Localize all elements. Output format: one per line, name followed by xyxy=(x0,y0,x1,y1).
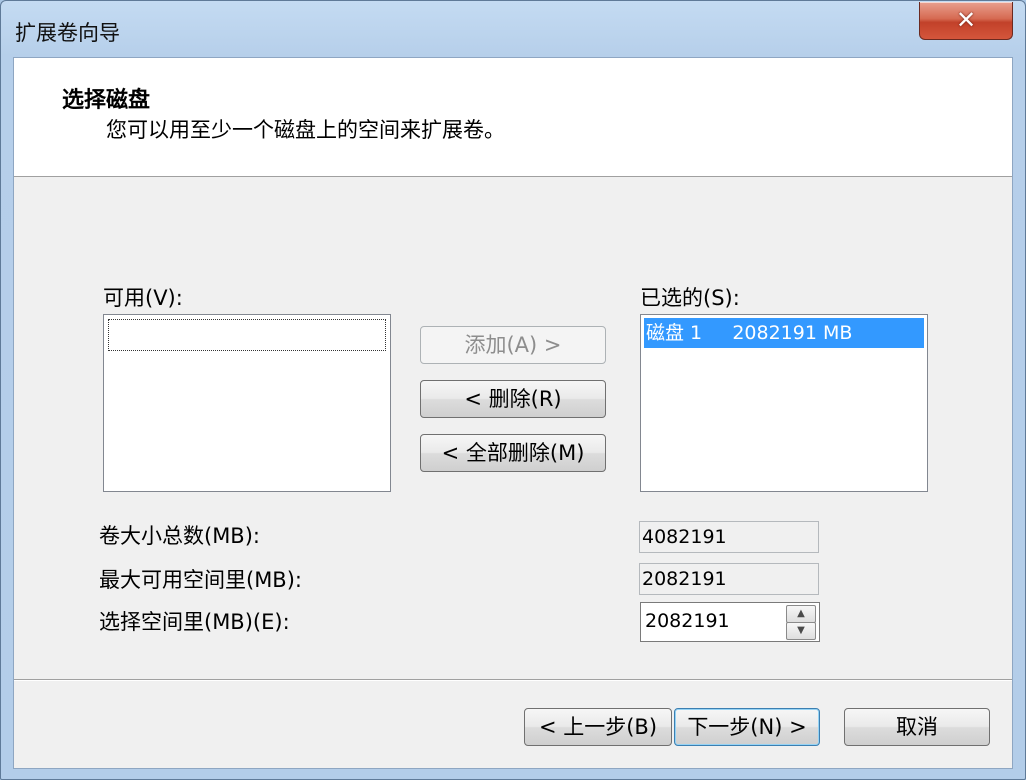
max-space-label: 最大可用空间里(MB): xyxy=(99,568,302,592)
add-button[interactable]: 添加(A) > xyxy=(420,326,606,364)
total-size-value: 4082191 xyxy=(639,521,819,553)
max-space-value: 2082191 xyxy=(639,563,819,595)
remove-button[interactable]: < 删除(R) xyxy=(420,380,606,418)
page-subtitle: 您可以用至少一个磁盘上的空间来扩展卷。 xyxy=(106,118,505,142)
list-item-disk-1[interactable]: 磁盘 1 2082191 MB xyxy=(644,318,924,348)
close-button[interactable]: ✕ xyxy=(919,2,1013,40)
spin-down-icon: ▼ xyxy=(797,625,805,636)
window-title: 扩展卷向导 xyxy=(15,21,120,45)
cancel-button[interactable]: 取消 xyxy=(844,708,990,746)
selected-listbox[interactable]: 磁盘 1 2082191 MB xyxy=(640,314,928,492)
focus-rectangle xyxy=(108,319,386,351)
title-bar[interactable]: 扩展卷向导 ✕ xyxy=(1,1,1025,57)
spin-up-button[interactable]: ▲ xyxy=(786,605,816,623)
spin-down-button[interactable]: ▼ xyxy=(786,622,816,640)
available-listbox[interactable] xyxy=(103,314,391,492)
wizard-client-area: 选择磁盘 您可以用至少一个磁盘上的空间来扩展卷。 可用(V): 已选的(S): … xyxy=(13,57,1013,769)
page-title: 选择磁盘 xyxy=(62,88,151,113)
total-size-label: 卷大小总数(MB): xyxy=(99,524,260,548)
remove-all-button[interactable]: < 全部删除(M) xyxy=(420,434,606,472)
select-space-label: 选择空间里(MB)(E): xyxy=(99,610,290,634)
next-button[interactable]: 下一步(N) > xyxy=(674,708,820,746)
footer-divider xyxy=(14,679,1012,681)
wizard-window: 扩展卷向导 ✕ 选择磁盘 您可以用至少一个磁盘上的空间来扩展卷。 可用(V): … xyxy=(0,0,1026,780)
spin-up-icon: ▲ xyxy=(797,608,805,619)
selected-label: 已选的(S): xyxy=(640,286,740,310)
back-button[interactable]: < 上一步(B) xyxy=(524,708,672,746)
close-icon: ✕ xyxy=(955,6,977,34)
wizard-header: 选择磁盘 您可以用至少一个磁盘上的空间来扩展卷。 xyxy=(14,58,1012,177)
available-label: 可用(V): xyxy=(103,286,183,310)
